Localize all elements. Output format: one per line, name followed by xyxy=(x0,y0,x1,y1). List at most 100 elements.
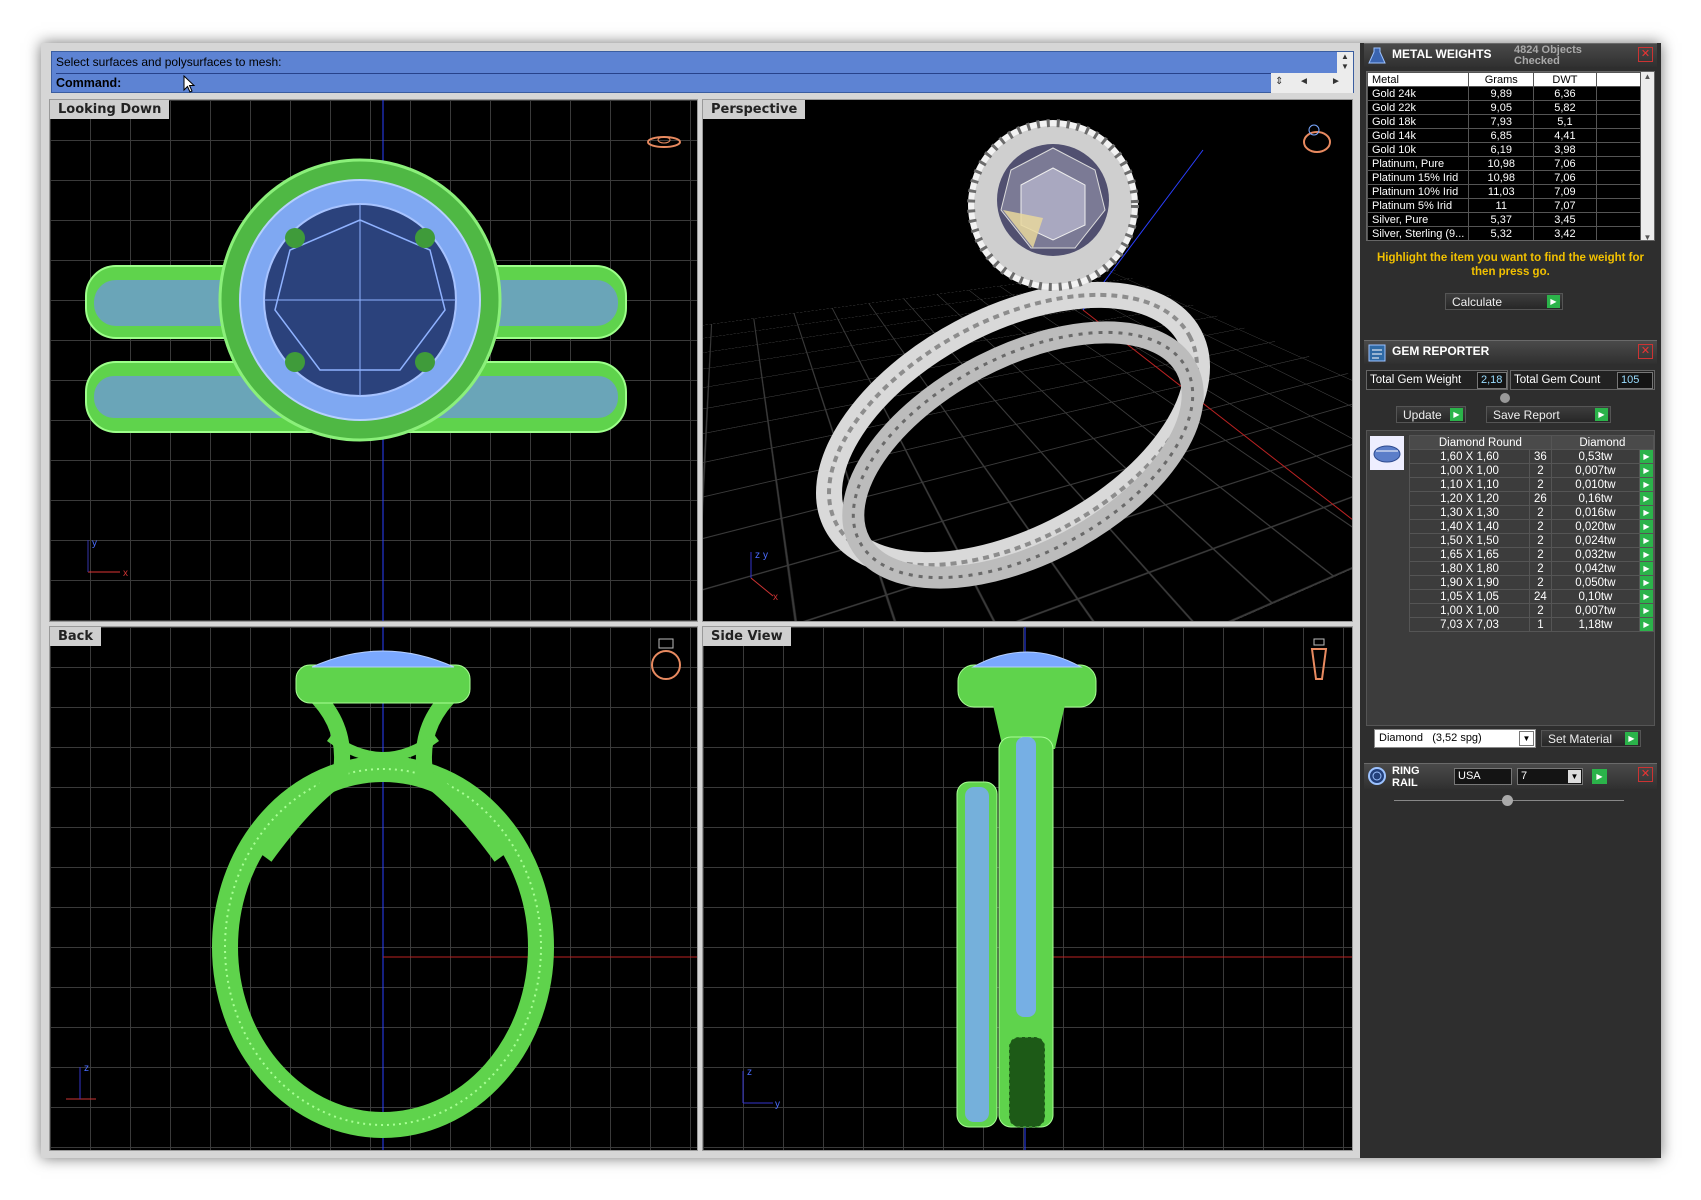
gem-row[interactable]: 1,10 X 1,10 2 0,010tw ▶ xyxy=(1409,477,1654,492)
column-header[interactable]: Metal xyxy=(1367,72,1470,87)
gem-cell: 1 xyxy=(1529,617,1552,632)
go-arrow-icon[interactable]: ▶ xyxy=(1639,491,1654,506)
table-cell: 3,42 xyxy=(1533,226,1597,240)
go-arrow-icon[interactable]: ▶ xyxy=(1639,463,1654,478)
go-arrow-icon[interactable]: ▶ xyxy=(1639,589,1654,604)
gem-list[interactable]: Diamond Round Diamond 1,60 X 1,60 36 0,53t… xyxy=(1366,430,1655,726)
table-row[interactable]: Platinum 10% Irid 11,03 7,09 xyxy=(1367,184,1642,199)
spin-icon[interactable]: ⇕ xyxy=(1275,76,1283,87)
slider-handle[interactable] xyxy=(1502,795,1513,806)
go-arrow-icon[interactable]: ▶ xyxy=(1639,617,1654,632)
viewport-looking-down[interactable]: y x Looking Down xyxy=(49,99,698,622)
table-cell: 5,32 xyxy=(1468,226,1535,240)
viewport-side[interactable]: z y Side View xyxy=(702,626,1353,1151)
table-row[interactable]: Platinum 5% Irid 11 7,07 xyxy=(1367,198,1642,213)
viewport-perspective[interactable]: z y x Perspective xyxy=(702,99,1353,622)
table-cell: 6,85 xyxy=(1468,128,1535,143)
column-header[interactable]: Grams xyxy=(1468,72,1535,87)
ring-render: z y x xyxy=(750,119,1352,603)
viewport-back[interactable]: z Back xyxy=(49,626,698,1151)
nav-prev-button[interactable]: ◄ xyxy=(1299,76,1309,87)
splitter-handle[interactable] xyxy=(1500,393,1510,403)
table-cell: Gold 10k xyxy=(1367,142,1470,157)
command-prompt[interactable]: Command: xyxy=(56,73,1271,93)
gem-table[interactable]: Diamond Round Diamond 1,60 X 1,60 36 0,53t… xyxy=(1409,435,1655,632)
table-row[interactable]: Silver, Sterling (9... 5,32 3,42 xyxy=(1367,226,1642,240)
table-scrollbar[interactable]: ▲ ▼ xyxy=(1641,72,1654,240)
column-header[interactable]: Diamond xyxy=(1550,435,1655,450)
gem-row[interactable]: 1,40 X 1,40 2 0,020tw ▶ xyxy=(1409,519,1654,534)
metal-weights-table[interactable]: Metal Grams DWT Gold 24k 9,89 6,36 Gold 22k… xyxy=(1367,72,1642,240)
gem-cell: 1,50 X 1,50 xyxy=(1409,533,1530,548)
go-arrow-icon[interactable]: ▶ xyxy=(1547,295,1560,308)
gem-row[interactable]: 7,03 X 7,03 1 1,18tw ▶ xyxy=(1409,617,1654,632)
table-row[interactable]: Gold 22k 9,05 5,82 xyxy=(1367,100,1642,115)
gem-row[interactable]: 1,90 X 1,90 2 0,050tw ▶ xyxy=(1409,575,1654,590)
go-arrow-icon[interactable]: ▶ xyxy=(1639,547,1654,562)
go-arrow-icon[interactable]: ▶ xyxy=(1639,449,1654,464)
table-row[interactable]: Gold 18k 7,93 5,1 xyxy=(1367,114,1642,129)
ring-rail-slider[interactable] xyxy=(1394,795,1624,806)
go-arrow-icon[interactable]: ▶ xyxy=(1639,603,1654,618)
gem-cell: 0,024tw xyxy=(1550,533,1641,548)
gem-row[interactable]: 1,50 X 1,50 2 0,024tw ▶ xyxy=(1409,533,1654,548)
table-row[interactable]: Gold 14k 6,85 4,41 xyxy=(1367,128,1642,143)
table-row[interactable]: Platinum 15% Irid 10,98 7,06 xyxy=(1367,170,1642,185)
gem-cell: 2 xyxy=(1529,575,1552,590)
close-icon[interactable]: ✕ xyxy=(1638,344,1653,359)
calculate-button[interactable]: Calculate ▶ xyxy=(1445,293,1563,310)
dropdown-arrow-icon[interactable]: ▼ xyxy=(1568,770,1581,783)
go-arrow-icon[interactable]: ▶ xyxy=(1625,732,1638,745)
go-arrow-icon[interactable]: ▶ xyxy=(1639,519,1654,534)
table-cell: 7,06 xyxy=(1533,170,1597,185)
go-arrow-icon[interactable]: ▶ xyxy=(1639,477,1654,492)
table-cell: 11,03 xyxy=(1468,184,1535,199)
table-row[interactable]: Gold 24k 9,89 6,36 xyxy=(1367,86,1642,101)
dropdown-arrow-icon[interactable]: ▼ xyxy=(1519,731,1534,746)
table-cell: 9,05 xyxy=(1468,100,1535,115)
nav-next-button[interactable]: ► xyxy=(1331,76,1341,87)
gem-cell: 0,10tw xyxy=(1550,589,1641,604)
gem-row[interactable]: 1,65 X 1,65 2 0,032tw ▶ xyxy=(1409,547,1654,562)
table-cell: 4,41 xyxy=(1533,128,1597,143)
metal-weights-table-wrap[interactable]: Metal Grams DWT Gold 24k 9,89 6,36 Gold 22k… xyxy=(1366,71,1655,241)
set-material-button[interactable]: Set Material ▶ xyxy=(1541,730,1641,747)
material-select[interactable]: Diamond (3,52 spg) ▼ xyxy=(1374,729,1536,748)
save-report-button[interactable]: Save Report ▶ xyxy=(1486,406,1611,423)
go-arrow-icon[interactable]: ▶ xyxy=(1450,408,1463,421)
go-arrow-icon[interactable]: ▶ xyxy=(1639,561,1654,576)
table-cell: Platinum 10% Irid xyxy=(1367,184,1470,199)
table-row[interactable]: Silver, Pure 5,37 3,45 xyxy=(1367,212,1642,227)
diamond-round-icon xyxy=(1370,436,1404,470)
go-arrow-icon[interactable]: ▶ xyxy=(1639,533,1654,548)
command-area[interactable]: Select surfaces and polysurfaces to mesh… xyxy=(51,51,1354,93)
update-button[interactable]: Update ▶ xyxy=(1396,406,1466,423)
command-nav[interactable]: ⇕ ◄ ► xyxy=(1271,73,1353,93)
gem-row[interactable]: 1,80 X 1,80 2 0,042tw ▶ xyxy=(1409,561,1654,576)
region-select[interactable]: USA xyxy=(1454,768,1512,785)
gem-row[interactable]: 1,00 X 1,00 2 0,007tw ▶ xyxy=(1409,463,1654,478)
close-icon[interactable]: ✕ xyxy=(1638,767,1653,782)
table-row[interactable]: Gold 10k 6,19 3,98 xyxy=(1367,142,1642,157)
gem-row[interactable]: 1,60 X 1,60 36 0,53tw ▶ xyxy=(1409,449,1654,464)
command-label: Command: xyxy=(56,76,122,90)
close-icon[interactable]: ✕ xyxy=(1638,47,1653,62)
gem-cell: 0,020tw xyxy=(1550,519,1641,534)
history-scrollbar[interactable]: ▲ ▼ xyxy=(1337,52,1353,73)
go-arrow-icon[interactable]: ▶ xyxy=(1639,505,1654,520)
gem-row[interactable]: 1,20 X 1,20 26 0,16tw ▶ xyxy=(1409,491,1654,506)
go-arrow-icon[interactable]: ▶ xyxy=(1592,769,1607,784)
ring-size-select[interactable]: 7 ▼ xyxy=(1517,768,1583,785)
table-cell xyxy=(1595,198,1642,213)
gem-row[interactable]: 1,30 X 1,30 2 0,016tw ▶ xyxy=(1409,505,1654,520)
gem-cell: 0,042tw xyxy=(1550,561,1641,576)
table-row[interactable]: Platinum, Pure 10,98 7,06 xyxy=(1367,156,1642,171)
go-arrow-icon[interactable]: ▶ xyxy=(1595,408,1608,421)
column-header[interactable]: DWT xyxy=(1533,72,1597,87)
gem-row[interactable]: 1,00 X 1,00 2 0,007tw ▶ xyxy=(1409,603,1654,618)
go-arrow-icon[interactable]: ▶ xyxy=(1639,575,1654,590)
gem-cell: 2 xyxy=(1529,603,1552,618)
column-header[interactable]: Diamond Round xyxy=(1409,435,1552,450)
gem-row[interactable]: 1,05 X 1,05 24 0,10tw ▶ xyxy=(1409,589,1654,604)
svg-text:y: y xyxy=(763,550,768,561)
